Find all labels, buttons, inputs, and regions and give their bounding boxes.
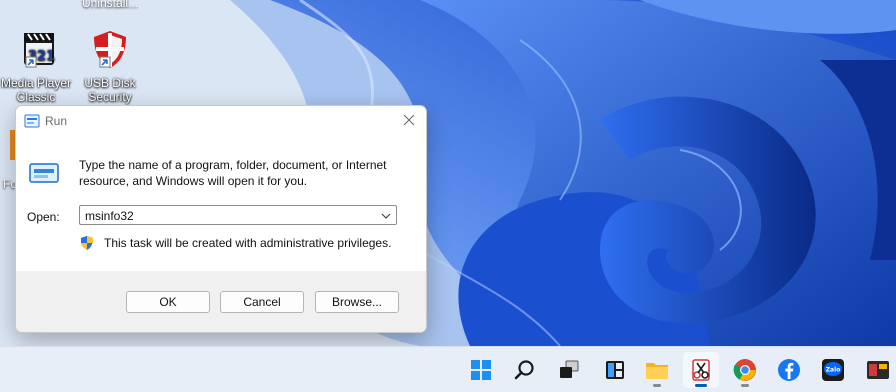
zalo-label: Zalo — [826, 367, 841, 374]
desktop-icon-usb-disk-security[interactable]: USB Disk Security — [74, 27, 146, 104]
open-input-value[interactable]: msinfo32 — [85, 209, 134, 223]
facebook-button[interactable] — [771, 352, 807, 388]
search-icon — [514, 360, 534, 380]
taskbar: Zalo — [0, 346, 896, 392]
file-explorer-button[interactable] — [639, 352, 675, 388]
desktop-icon-label: Security — [88, 90, 132, 104]
close-icon — [403, 114, 415, 126]
start-button[interactable] — [463, 352, 499, 388]
desktop-icon-label: USB Disk — [84, 76, 136, 90]
uac-shield-icon — [81, 236, 93, 250]
snipping-tool-icon — [692, 359, 710, 381]
run-icon — [24, 114, 40, 128]
desktop-icon-label: Classic — [16, 90, 56, 104]
facebook-icon — [778, 359, 800, 381]
zalo-icon: Zalo — [822, 359, 844, 381]
desktop-icon-label: Media Player — [0, 76, 72, 90]
browse-button[interactable]: Browse... — [315, 291, 399, 313]
chrome-button[interactable] — [727, 352, 763, 388]
media-player-classic-icon: 321 — [24, 33, 55, 68]
zalo-button[interactable]: Zalo — [815, 352, 851, 388]
admin-privileges-note: This task will be created with administr… — [104, 236, 392, 250]
run-dialog-titlebar[interactable]: Run — [16, 106, 426, 136]
task-view-button[interactable] — [551, 352, 587, 388]
widgets-button[interactable] — [597, 352, 633, 388]
desktop-icon-partial-label: Uninstall... — [82, 0, 139, 10]
folder-icon — [646, 363, 668, 379]
usb-disk-security-shield-icon — [94, 31, 126, 68]
task-view-icon — [560, 360, 579, 378]
chevron-down-icon[interactable] — [380, 210, 392, 222]
start-icon — [471, 360, 491, 380]
snipping-tool-button[interactable] — [683, 352, 719, 388]
open-combobox[interactable]: msinfo32 — [79, 205, 397, 225]
running-indicator — [653, 384, 661, 387]
open-label: Open: — [27, 210, 60, 224]
active-indicator — [695, 384, 707, 387]
run-dialog: Run Type the name of a program, folder, … — [15, 105, 427, 333]
running-indicator — [741, 384, 749, 387]
run-program-icon — [29, 163, 59, 183]
run-dialog-footer: OK Cancel Browse... — [16, 271, 426, 332]
widgets-icon — [606, 361, 624, 379]
chrome-icon — [733, 359, 756, 381]
run-dialog-description: Type the name of a program, folder, docu… — [79, 158, 387, 188]
search-button[interactable] — [507, 352, 543, 388]
ok-button[interactable]: OK — [126, 291, 210, 313]
overflow-app-button[interactable] — [859, 352, 895, 388]
app-icon — [867, 361, 889, 379]
desktop-icon-media-player-classic[interactable]: 321 Media Player Classic — [0, 27, 72, 104]
cancel-button[interactable]: Cancel — [220, 291, 304, 313]
run-dialog-title: Run — [45, 114, 68, 128]
open-label-text: Open: — [27, 210, 60, 224]
close-button[interactable] — [392, 106, 426, 134]
